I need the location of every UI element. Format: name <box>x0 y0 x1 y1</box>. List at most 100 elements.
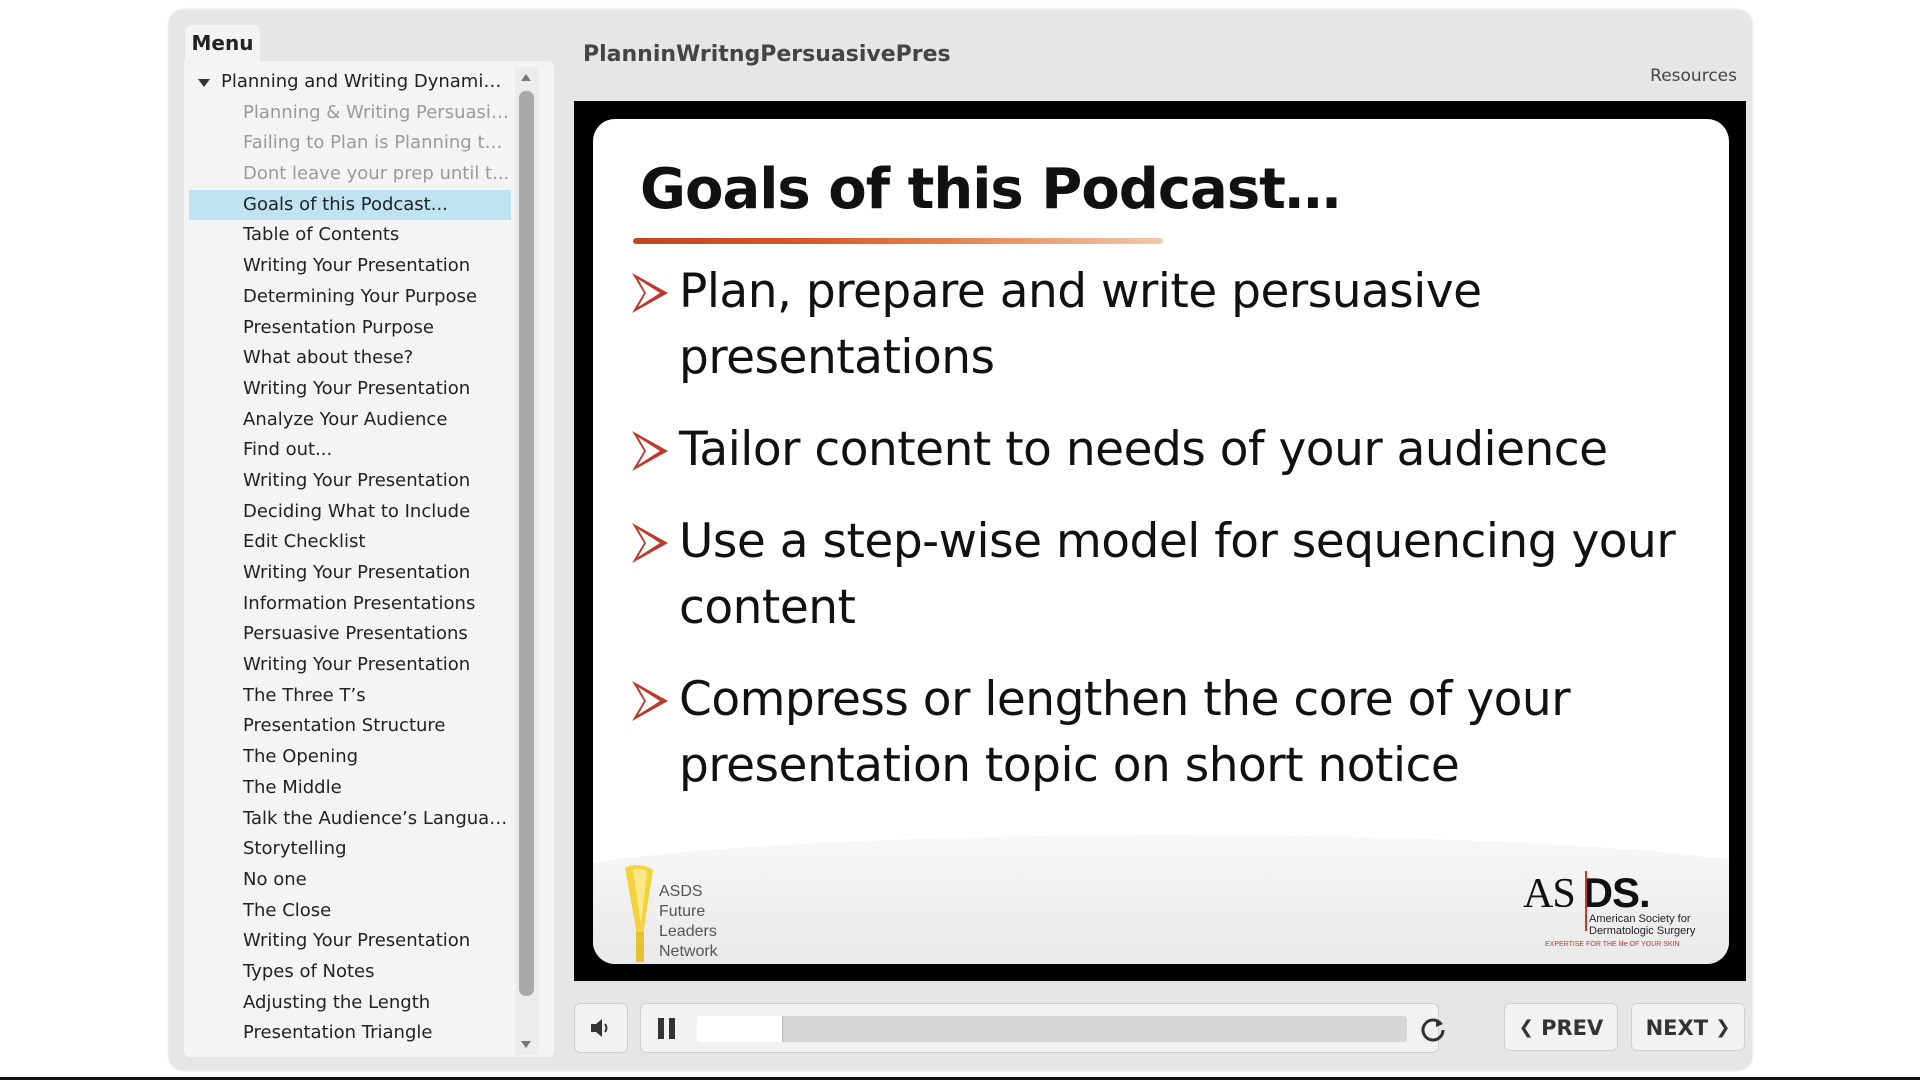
menu-item[interactable]: Dont leave your prep until t... <box>189 159 511 190</box>
menu-item[interactable]: Writing Your Presentation <box>189 251 511 282</box>
slide: Goals of this Podcast… Plan, prepare and… <box>593 119 1729 964</box>
asds-logo: AS DS. American Society for Dermatologic … <box>1523 869 1713 959</box>
slide-bullet-text: Compress or lengthen the core of your pr… <box>679 672 1571 793</box>
prev-button[interactable]: ❮ PREV <box>1504 1003 1618 1051</box>
slide-bullet: Use a step-wise model for sequencing you… <box>613 509 1713 641</box>
menu-item-label: Planning & Writing Persuasiv... <box>243 101 511 123</box>
menu-item-label: Presentation Purpose <box>243 316 435 338</box>
menu-item[interactable]: Information Presentations <box>189 589 511 620</box>
menu-item-label: Failing to Plan is Planning to ... <box>243 132 511 154</box>
volume-icon <box>591 1019 608 1037</box>
menu-item-label: Writing Your Presentation <box>243 469 471 491</box>
menu-item[interactable]: Writing Your Presentation <box>189 374 511 405</box>
scroll-down-arrow-icon[interactable] <box>515 1033 538 1055</box>
logo-left-line: Network <box>659 943 718 960</box>
scroll-up-arrow-icon[interactable] <box>515 67 538 89</box>
menu-item[interactable]: No one <box>189 865 511 896</box>
playback-bar <box>640 1003 1445 1053</box>
menu-item[interactable]: Adjusting the Length <box>189 988 511 1019</box>
pause-icon[interactable] <box>655 1018 679 1040</box>
menu-item-label: What about these? <box>243 347 414 369</box>
menu-item[interactable]: The Opening <box>189 742 511 773</box>
asds-tagline: EXPERTISE FOR THE life OF YOUR SKIN <box>1545 941 1680 948</box>
menu-list: Planning and Writing Dynamic ... Planning… <box>189 67 511 1055</box>
menu-item[interactable]: Deciding What to Include <box>189 497 511 528</box>
menu-item-label: Writing Your Presentation <box>243 654 471 676</box>
slide-heading: Goals of this Podcast… <box>640 157 1341 222</box>
menu-item-label: Planning and Writing Dynamic ... <box>221 71 511 92</box>
menu-item-label: Writing Your Presentation <box>243 377 471 399</box>
menu-item[interactable]: Storytelling <box>189 834 511 865</box>
bullet-arrow-icon <box>632 523 668 563</box>
menu-item-label: Analyze Your Audience <box>243 408 448 430</box>
menu-item[interactable]: Analyze Your Audience <box>189 405 511 436</box>
menu-item-label: Find out... <box>243 439 333 461</box>
menu-item[interactable]: Determining Your Purpose <box>189 282 511 313</box>
volume-button[interactable] <box>574 1003 628 1053</box>
menu-item-label: Types of Notes <box>243 960 375 982</box>
logo-left-line: Leaders <box>659 923 717 940</box>
menu-item-label: Information Presentations <box>243 592 476 614</box>
menu-item-label: Writing Your Presentation <box>243 562 471 583</box>
menu-item[interactable]: Goals of this Podcast... <box>189 189 511 221</box>
menu-item-root[interactable]: Planning and Writing Dynamic ... <box>189 67 511 98</box>
slide-bullet: Tailor content to needs of your audience <box>613 417 1713 483</box>
bullet-arrow-icon <box>632 431 668 471</box>
menu-item[interactable]: Talk the Audience’s Language <box>189 804 511 835</box>
slide-bullet: Plan, prepare and write persuasive prese… <box>613 259 1713 391</box>
menu-item[interactable]: What about these? <box>189 343 511 374</box>
replay-icon[interactable] <box>1419 1015 1447 1043</box>
menu-item[interactable]: Failing to Plan is Planning to ... <box>189 128 511 159</box>
progress-bar[interactable] <box>697 1016 1407 1042</box>
menu-item[interactable]: Presentation Triangle <box>189 1018 511 1049</box>
menu-item-label: Dont leave your prep until t... <box>243 163 510 185</box>
menu-item-label: Determining Your Purpose <box>243 285 478 307</box>
menu-item[interactable]: Table of Contents <box>189 220 511 251</box>
menu-item-label: The Three T’s <box>243 684 366 706</box>
menu-item-label: Table of Contents <box>243 224 400 246</box>
bullet-arrow-icon <box>632 273 668 313</box>
menu-item-label: Goals of this Podcast... <box>243 193 448 215</box>
slide-bullet-text: Use a step-wise model for sequencing you… <box>679 514 1676 635</box>
progress-fill <box>697 1016 784 1042</box>
heading-underline <box>633 238 1163 244</box>
logo-left-text: ASDS Future Leaders Network <box>659 882 718 962</box>
menu-item[interactable]: Find out... <box>189 435 511 466</box>
next-button[interactable]: NEXT ❯ <box>1631 1003 1745 1051</box>
logo-left-line: Future <box>659 903 706 920</box>
menu-scrollbar[interactable] <box>515 67 538 1055</box>
menu-item[interactable]: Planning & Writing Persuasiv... <box>189 98 511 129</box>
logo-left-line: ASDS <box>659 883 703 900</box>
scroll-thumb[interactable] <box>519 91 534 996</box>
torch-icon <box>625 865 653 962</box>
chevron-left-icon: ❮ <box>1518 1017 1534 1038</box>
menu-item[interactable]: Writing Your Presentation <box>189 558 511 589</box>
menu-item[interactable]: Writing Your Presentation <box>189 926 511 957</box>
menu-item[interactable]: The Close <box>189 896 511 927</box>
collapse-triangle-icon[interactable] <box>198 79 210 87</box>
menu-item[interactable]: Edit Checklist <box>189 527 511 558</box>
menu-item[interactable]: Persuasive Presentations <box>189 619 511 650</box>
menu-item-label: No one <box>243 868 307 890</box>
menu-item[interactable]: Writing Your Presentation <box>189 650 511 681</box>
menu-item[interactable]: Writing Your Presentation <box>189 466 511 497</box>
menu-item-label: Writing Your Presentation <box>243 255 471 277</box>
menu-tab[interactable]: Menu <box>185 25 260 61</box>
menu-item[interactable]: Presentation Purpose <box>189 313 511 344</box>
asds-divider <box>1585 871 1587 931</box>
menu-item[interactable]: The Three T’s <box>189 681 511 712</box>
menu-item[interactable]: The Middle <box>189 773 511 804</box>
resources-link[interactable]: Resources <box>1640 66 1737 86</box>
asds-name: American Society for Dermatologic Surger… <box>1589 913 1696 937</box>
menu-item-label: Edit Checklist <box>243 531 366 553</box>
menu-item-label: Writing Your Presentation <box>243 930 471 952</box>
slide-bullet: Compress or lengthen the core of your pr… <box>613 667 1713 799</box>
menu-item-label: Deciding What to Include <box>243 500 471 522</box>
menu-item[interactable]: Presentation Structure <box>189 711 511 742</box>
menu-item-label: Adjusting the Length <box>243 991 431 1013</box>
menu-item-label: Storytelling <box>243 838 347 860</box>
menu-item-label: Persuasive Presentations <box>243 623 468 645</box>
menu-item-label: The Close <box>243 899 332 921</box>
menu-item[interactable]: Types of Notes <box>189 957 511 988</box>
slide-bullet-text: Tailor content to needs of your audience <box>679 422 1608 477</box>
